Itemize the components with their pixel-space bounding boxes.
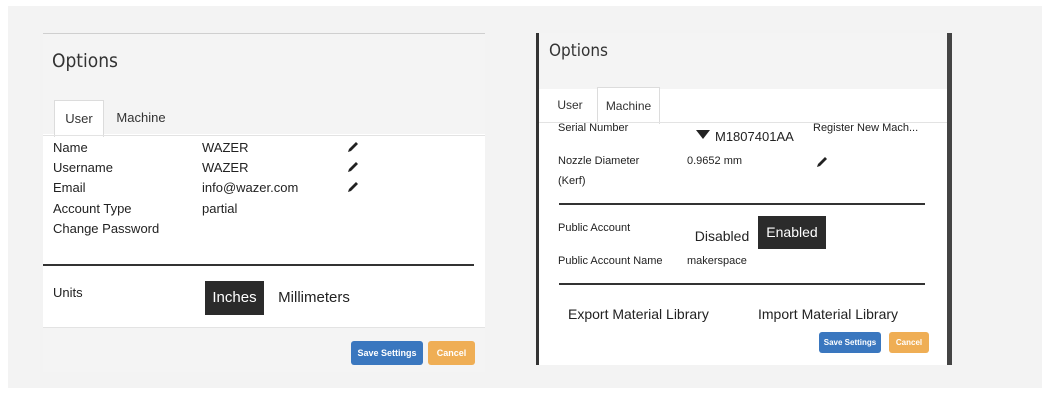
change-password-link[interactable]: Change Password [53, 221, 159, 236]
edit-email-pencil-icon[interactable] [346, 180, 360, 194]
cancel-button[interactable]: Cancel [428, 341, 475, 365]
options-dialog-machine: Options User Machine Serial Number M1807… [536, 33, 952, 365]
dialog-title: Options [549, 41, 609, 61]
import-material-library-button[interactable]: Import Material Library [758, 306, 898, 322]
username-value: WAZER [202, 160, 249, 175]
save-settings-button[interactable]: Save Settings [351, 341, 423, 365]
tab-user[interactable]: User [54, 100, 104, 137]
section-divider-2 [559, 283, 925, 285]
edit-nozzle-pencil-icon[interactable] [815, 155, 829, 169]
account-type-label: Account Type [53, 201, 132, 216]
export-material-library-button[interactable]: Export Material Library [568, 306, 709, 322]
save-settings-button[interactable]: Save Settings [819, 332, 881, 353]
units-inches-option[interactable]: Inches [205, 281, 264, 315]
name-value: WAZER [202, 140, 249, 155]
cancel-button[interactable]: Cancel [889, 332, 929, 353]
section-divider [559, 203, 925, 205]
public-account-name-label: Public Account Name [558, 255, 663, 267]
nozzle-diameter-value: 0.9652 mm [687, 155, 743, 167]
options-dialog-user: Options User Machine Name WAZER Username… [43, 33, 485, 372]
public-account-name-value: makerspace [687, 255, 747, 267]
section-divider [43, 264, 474, 266]
edit-name-pencil-icon[interactable] [346, 140, 360, 154]
email-label: Email [53, 180, 86, 195]
tab-user[interactable]: User [553, 87, 587, 123]
public-account-label: Public Account [558, 222, 631, 234]
serial-number-label: Serial Number [558, 122, 629, 134]
edit-username-pencil-icon[interactable] [346, 160, 360, 174]
serial-dropdown-caret-icon[interactable] [696, 130, 710, 139]
name-label: Name [53, 140, 88, 155]
serial-number-value[interactable]: M1807401AA [715, 129, 794, 144]
tab-divider [43, 135, 485, 136]
tab-machine[interactable]: Machine [597, 87, 660, 124]
nozzle-kerf-label: (Kerf) [558, 175, 586, 187]
units-label: Units [53, 285, 83, 300]
units-millimeters-option[interactable]: Millimeters [268, 281, 360, 315]
public-account-disabled-option[interactable]: Disabled [690, 223, 754, 249]
nozzle-diameter-label: Nozzle Diameter [558, 155, 640, 167]
register-new-machine-link[interactable]: Register New Mach... [813, 122, 918, 134]
tab-machine[interactable]: Machine [109, 100, 173, 136]
public-account-enabled-option[interactable]: Enabled [758, 216, 826, 249]
account-type-value: partial [202, 201, 238, 216]
dialog-title: Options [52, 50, 118, 72]
username-label: Username [53, 160, 113, 175]
email-value: info@wazer.com [202, 180, 299, 195]
